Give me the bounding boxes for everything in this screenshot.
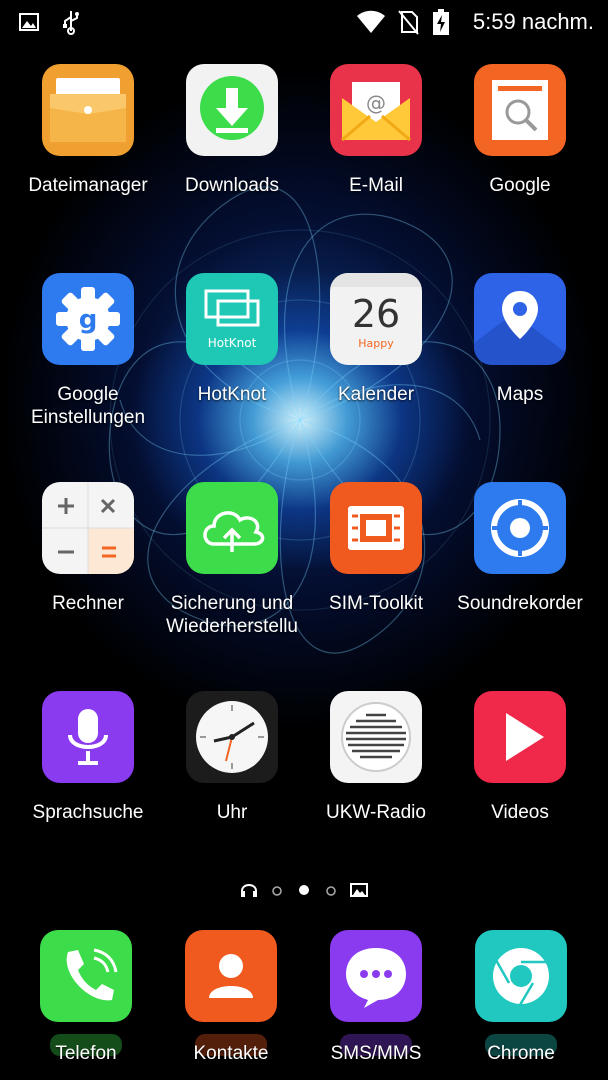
app-label: Uhr xyxy=(216,802,248,823)
app-label: Soundrekorder xyxy=(457,593,583,614)
messages-icon xyxy=(330,930,422,1022)
chrome-icon xyxy=(475,930,567,1022)
page-dot-active[interactable] xyxy=(297,883,311,902)
app-label: Sprachsuche xyxy=(32,802,144,823)
no-sim-icon xyxy=(396,0,420,44)
app-label: Kalender xyxy=(337,384,415,405)
app-label: Downloads xyxy=(185,175,279,196)
clock-icon xyxy=(186,691,278,783)
app-label: E-Mail xyxy=(349,175,403,196)
app-label: Google xyxy=(489,175,551,196)
radio-icon xyxy=(330,691,422,783)
app-label: Maps xyxy=(496,384,544,405)
contacts-icon xyxy=(185,930,277,1022)
svg-text:@: @ xyxy=(366,91,386,115)
svg-text:g: g xyxy=(79,305,98,335)
calendar-icon: 26 Happy xyxy=(330,273,422,365)
app-label: Kontakte xyxy=(193,1043,269,1064)
calculator-icon xyxy=(42,482,134,574)
calendar-day: 26 xyxy=(352,292,400,336)
image-notification-icon xyxy=(18,0,40,44)
status-bar: 5:59 nachm. xyxy=(0,0,608,44)
status-time: 5:59 nachm. xyxy=(472,9,594,34)
app-label: UKW-Radio xyxy=(326,802,426,823)
app-label: HotKnot xyxy=(197,384,267,405)
battery-charging-icon xyxy=(432,0,450,44)
app-label: Google Einstellungen xyxy=(30,384,146,428)
microphone-icon xyxy=(42,691,134,783)
page-dot[interactable] xyxy=(271,884,283,902)
phone-icon xyxy=(40,930,132,1022)
app-label: Sicherung und Wiederherstellu xyxy=(166,593,298,637)
mail-icon: @ xyxy=(330,64,422,156)
svg-text:HotKnot: HotKnot xyxy=(208,336,257,350)
play-icon xyxy=(474,691,566,783)
download-icon xyxy=(186,64,278,156)
page-dot[interactable] xyxy=(325,884,337,902)
hotknot-icon: HotKnot xyxy=(186,273,278,365)
app-label: Chrome xyxy=(487,1043,555,1064)
app-label: SIM-Toolkit xyxy=(329,593,423,614)
app-label: Videos xyxy=(491,802,549,823)
page-indicator xyxy=(0,880,608,900)
usb-icon xyxy=(60,0,82,44)
google-settings-icon: g xyxy=(42,273,134,365)
app-label: SMS/MMS xyxy=(330,1043,422,1064)
app-label: Telefon xyxy=(55,1043,117,1064)
gallery-page-icon[interactable] xyxy=(350,882,368,903)
app-label: Rechner xyxy=(52,593,124,614)
sim-toolkit-icon xyxy=(330,482,422,574)
backup-cloud-icon xyxy=(186,482,278,574)
headphones-page-icon[interactable] xyxy=(240,882,258,903)
calendar-subtitle: Happy xyxy=(358,337,394,350)
maps-icon xyxy=(474,273,566,365)
app-label: Dateimanager xyxy=(28,175,148,196)
wifi-icon xyxy=(356,0,386,44)
google-search-icon xyxy=(474,64,566,156)
folder-icon xyxy=(42,64,134,156)
sound-recorder-icon xyxy=(474,482,566,574)
